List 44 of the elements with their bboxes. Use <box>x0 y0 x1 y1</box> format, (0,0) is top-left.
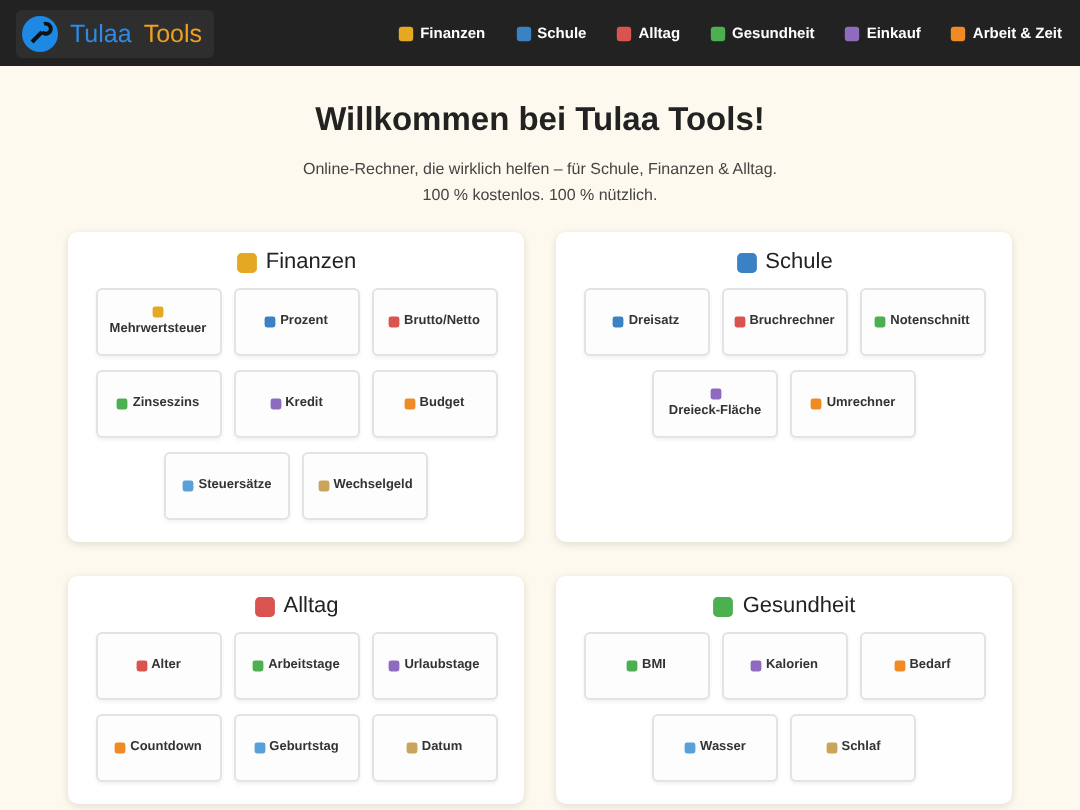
square-icon <box>182 480 195 492</box>
square-icon <box>388 660 401 672</box>
square-icon <box>626 660 639 672</box>
square-icon <box>612 316 625 328</box>
square-icon <box>810 398 823 410</box>
square-icon <box>405 742 418 754</box>
square-icon <box>114 742 127 754</box>
square-icon <box>950 25 967 41</box>
square-icon <box>135 660 148 672</box>
square-icon <box>844 25 861 41</box>
category-title: Schule <box>765 250 833 274</box>
square-icon <box>893 660 906 672</box>
logo-text: Tulaa <box>70 19 132 47</box>
square-icon <box>264 316 277 328</box>
square-icon <box>152 305 164 317</box>
square-icon <box>515 25 532 41</box>
square-icon <box>709 387 721 399</box>
square-icon <box>733 316 746 328</box>
category-title: Alltag <box>283 594 339 618</box>
square-icon <box>235 251 258 273</box>
square-icon <box>874 316 887 328</box>
square-icon <box>398 25 415 41</box>
square-icon <box>710 25 727 41</box>
square-icon <box>116 398 129 410</box>
category-title: Gesundheit <box>742 594 856 618</box>
square-icon <box>749 660 762 672</box>
category-title: Finanzen <box>265 250 357 274</box>
page-title: Willkommen bei Tulaa Tools! <box>315 102 765 140</box>
square-icon <box>825 742 838 754</box>
square-icon <box>735 251 758 273</box>
logo[interactable]: Tulaa Tools <box>16 9 214 57</box>
square-icon <box>403 398 416 410</box>
square-icon <box>684 742 697 754</box>
square-icon <box>616 25 633 41</box>
square-icon <box>317 480 330 492</box>
square-icon <box>253 742 266 754</box>
logo-text: Tools <box>143 19 202 47</box>
square-icon <box>253 595 276 617</box>
square-icon <box>269 398 282 410</box>
square-icon <box>712 595 735 617</box>
page-subtitle: Online-Rechner, die wirklich helfen – für Schule, Finanzen & Alltag. 100 % kostenlos. 100 % nützlich. <box>300 158 779 208</box>
square-icon <box>388 316 401 328</box>
square-icon <box>252 660 265 672</box>
wrench-icon <box>22 15 58 51</box>
